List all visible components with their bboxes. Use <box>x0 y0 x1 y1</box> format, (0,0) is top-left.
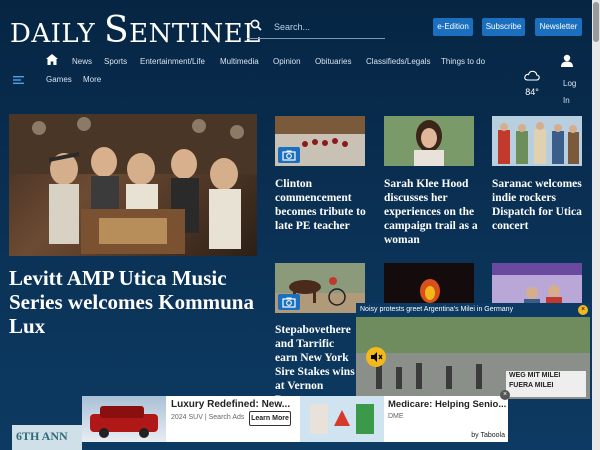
search-bar[interactable] <box>247 16 386 39</box>
search-input[interactable] <box>272 18 386 36</box>
ad-image-suv[interactable] <box>82 396 166 442</box>
video-player[interactable]: Noisy protests greet Argentina's Milei i… <box>356 303 590 399</box>
ad-close-button[interactable]: × <box>500 390 510 400</box>
camera-icon <box>282 150 296 161</box>
camera-icon <box>282 297 296 308</box>
taboola-ad-bar[interactable]: Luxury Redefined: New... 2024 SUV | Sear… <box>82 390 510 442</box>
nav-item-more[interactable]: More <box>83 75 101 84</box>
nav-item-opinion[interactable]: Opinion <box>273 57 301 66</box>
ad-source-1: 2024 SUV | Search Ads <box>171 414 245 421</box>
nav-item-news[interactable]: News <box>72 57 92 66</box>
ad-source-2: DME <box>388 413 404 420</box>
story-headline-2[interactable]: Sarah Klee Hood discusses her experience… <box>384 177 479 247</box>
band-group-photo <box>492 116 582 166</box>
home-icon[interactable] <box>46 54 58 65</box>
page-scrollbar[interactable] <box>592 0 600 450</box>
nav-item-entertainment[interactable]: Entertainment/Life <box>140 57 205 66</box>
story-thumbnail-1[interactable] <box>275 116 365 166</box>
speaker-muted-icon <box>371 352 383 362</box>
video-close-button[interactable]: × <box>578 305 588 315</box>
protest-sign: WEG MIT MILEI FUERA MILEI <box>506 371 586 397</box>
car-image <box>90 406 158 438</box>
scrollbar-thumb[interactable] <box>593 2 599 42</box>
nav-item-things-to-do[interactable]: Things to do <box>441 57 485 66</box>
nav-item-sports[interactable]: Sports <box>104 57 127 66</box>
site-header: DAILY SENTINEL e-Edition Subscribe Newsl… <box>0 0 592 110</box>
ad-title-1[interactable]: Luxury Redefined: New... <box>171 399 290 410</box>
taboola-label[interactable]: by Taboola <box>471 432 505 439</box>
user-icon[interactable] <box>560 54 574 68</box>
nav-item-classifieds[interactable]: Classifieds/Legals <box>366 57 430 66</box>
learn-more-button[interactable]: Learn More <box>249 411 291 426</box>
newsletter-button[interactable]: Newsletter <box>535 18 582 36</box>
site-logo[interactable]: DAILY SENTINEL <box>10 10 261 51</box>
weather-temperature: 84° <box>525 87 539 97</box>
story-thumbnail-4[interactable] <box>275 263 365 313</box>
photo-gallery-button[interactable] <box>278 294 300 310</box>
eedition-button[interactable]: e-Edition <box>433 18 473 36</box>
logo-text-s: S <box>103 10 130 51</box>
logo-text-sentinel: ENTINEL <box>129 19 261 49</box>
photo-gallery-button[interactable] <box>278 147 300 163</box>
story-headline-4[interactable]: Stepabovethere and Tarrific earn New Yor… <box>275 323 357 407</box>
medicare-illustration <box>300 396 384 442</box>
login-link[interactable]: Log In <box>563 75 576 109</box>
hamburger-menu-icon[interactable] <box>13 76 24 84</box>
ad-image-medicare[interactable] <box>300 396 384 442</box>
portrait-photo <box>384 116 474 166</box>
nav-item-games[interactable]: Games <box>46 75 72 84</box>
story-headline-1[interactable]: Clinton commencement becomes tribute to … <box>275 177 370 233</box>
promo-banner-partial[interactable]: 6TH ANN <box>12 425 82 450</box>
weather-widget[interactable]: 84° <box>520 68 544 97</box>
video-title: Noisy protests greet Argentina's Milei i… <box>356 303 590 317</box>
search-icon[interactable] <box>250 19 262 31</box>
hero-image[interactable] <box>9 114 257 256</box>
logo-text-daily: DAILY <box>10 19 96 49</box>
hero-headline[interactable]: Levitt AMP Utica Music Series welcomes K… <box>9 266 259 338</box>
story-headline-3[interactable]: Saranac welcomes indie rockers Dispatch … <box>492 177 587 233</box>
story-thumbnail-3[interactable] <box>492 116 582 166</box>
story-thumbnail-2[interactable] <box>384 116 474 166</box>
cloud-icon <box>524 70 540 81</box>
subscribe-button[interactable]: Subscribe <box>482 18 525 36</box>
band-photo <box>9 114 257 254</box>
nav-item-obituaries[interactable]: Obituaries <box>315 57 351 66</box>
nav-item-multimedia[interactable]: Multimedia <box>220 57 259 66</box>
ad-title-2[interactable]: Medicare: Helping Senio... <box>388 399 506 410</box>
video-mute-button[interactable] <box>366 347 386 367</box>
